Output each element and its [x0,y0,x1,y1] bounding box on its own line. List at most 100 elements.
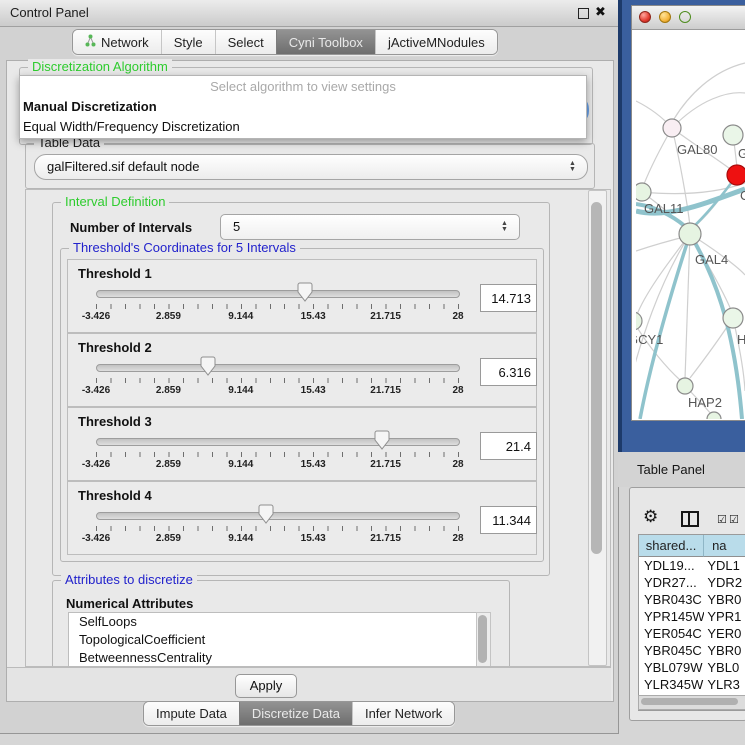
table-cell: YBR0 [704,591,745,608]
table-cell: YBL0 [704,659,745,676]
minimize-traffic-light-icon[interactable] [659,11,671,23]
table-column-header[interactable]: shared... [639,535,704,557]
tick-label: 21.715 [370,459,401,470]
threshold-panel: Threshold 4-3.4262.8599.14415.4321.71528 [67,481,537,555]
node-bottom-partial[interactable] [707,412,721,419]
table-row[interactable]: YBR043CYBR0 [639,591,745,608]
slider-tick-labels: -3.4262.8599.14415.4321.71528 [96,311,458,323]
threshold-value-field[interactable] [480,358,537,386]
tab-jactivemnodules[interactable]: jActiveMNodules [375,30,497,54]
threshold-value-field[interactable] [480,506,537,534]
apply-button[interactable]: Apply [235,674,297,698]
tab-impute-data[interactable]: Impute Data [144,702,239,725]
label-gal4: GAL4 [695,252,728,267]
attribute-list-item[interactable]: BetweennessCentrality [69,649,477,667]
number-of-intervals-label: Number of Intervals [70,220,192,235]
tick-label: -3.426 [82,385,110,396]
attribute-list-item[interactable]: SelfLoops [69,613,477,631]
table-cell: YDL19... [639,557,704,574]
table-row[interactable]: YER054CYER0 [639,625,745,642]
threshold-slider-track[interactable] [96,290,460,298]
label-gal80: GAL80 [677,142,717,157]
table-row[interactable]: YDR27...YDR2 [639,574,745,591]
threshold-slider-track[interactable] [96,364,460,372]
table-column-header[interactable]: na [704,535,745,557]
table-horizontal-scrollbar[interactable] [638,695,745,710]
attribute-list-item[interactable]: TopologicalCoefficient [69,631,477,649]
window-title: Control Panel [10,5,89,20]
tab-cyni-toolbox[interactable]: Cyni Toolbox [276,30,375,54]
zoom-traffic-light-icon[interactable] [679,11,691,23]
bottom-tab-bar: Impute DataDiscretize DataInfer Network [143,701,455,726]
tab-infer-network[interactable]: Infer Network [352,702,454,725]
gear-icon[interactable]: ⚙ [643,507,658,527]
checkbox-icon[interactable]: ☑ [717,513,727,526]
tick-label: 28 [452,385,463,396]
slider-tick-labels: -3.4262.8599.14415.4321.71528 [96,459,458,471]
threshold-value-field[interactable] [480,284,537,312]
tick-label: 2.859 [156,311,181,322]
tick-label: -3.426 [82,311,110,322]
attributes-list-scrollbar[interactable] [476,612,491,667]
numerical-attributes-label: Numerical Attributes [66,596,193,611]
checkbox-icon[interactable]: ☑ [729,513,739,526]
network-canvas[interactable]: GAL80 GA C GAL11 GAL4 GCY1 H HAP2 [636,30,745,419]
table-row[interactable]: YPR145WYPR1 [639,608,745,625]
threshold-label: Threshold 3 [78,414,152,429]
close-traffic-light-icon[interactable] [639,11,651,23]
tick-label: 15.43 [301,533,326,544]
table-cell: YLR345W [639,676,704,693]
node-h[interactable] [723,308,743,328]
tick-label: 9.144 [228,533,253,544]
node-red-selected[interactable] [727,165,745,185]
table-panel-bar: Table Panel [618,452,745,487]
node-top-right[interactable] [723,125,743,145]
column-layout-icon[interactable] [681,511,699,527]
attributes-title: Attributes to discretize [61,572,197,587]
table-row[interactable]: YDL19...YDL1 [639,557,745,574]
table-cell: YBL079W [639,659,704,676]
table-panel-title: Table Panel [637,462,705,477]
tab-select[interactable]: Select [215,30,276,54]
algorithm-prompt-item[interactable]: Select algorithm to view settings [20,76,586,97]
table-row[interactable]: YLR345WYLR3 [639,676,745,693]
algorithm-dropdown-popup: Select algorithm to view settings Manual… [19,75,587,139]
algorithm-menu-item[interactable]: Equal Width/Frequency Discretization [20,117,586,137]
slider-ticks [96,452,459,457]
table-cell: YER0 [704,625,745,642]
node-gal11[interactable] [636,183,651,201]
node-gcy1[interactable] [636,312,642,330]
table-row[interactable]: YBL079WYBL0 [639,659,745,676]
tab-network[interactable]: Network [73,30,161,54]
tab-style[interactable]: Style [161,30,215,54]
node-gal4[interactable] [679,223,701,245]
tick-label: 15.43 [301,385,326,396]
table-row[interactable]: YBR045CYBR0 [639,642,745,659]
combobox-stepper-icon[interactable]: ▲▼ [567,158,578,176]
threshold-slider-track[interactable] [96,512,460,520]
tab-discretize-data[interactable]: Discretize Data [239,702,352,725]
node-gal80[interactable] [663,119,681,137]
tab-label: Network [101,35,149,50]
threshold-slider-track[interactable] [96,438,460,446]
tab-label: jActiveMNodules [388,35,485,50]
number-of-intervals-spinner[interactable]: 5 ▲▼ [220,214,520,240]
node-hap2[interactable] [677,378,693,394]
threshold-label: Threshold 4 [78,488,152,503]
table-data-group: Table Data galFiltered.sif default node … [25,143,595,189]
tick-label: 21.715 [370,385,401,396]
table-cell: YBR0 [704,642,745,659]
settings-vertical-scrollbar[interactable] [588,190,607,666]
spinner-stepper-icon[interactable]: ▲▼ [499,218,510,236]
table-cell: YDR2 [704,574,745,591]
close-icon[interactable]: ✖ [595,4,606,20]
threshold-coordinates-group: Threshold's Coordinates for 5 Intervals … [60,248,544,562]
tick-label: 2.859 [156,385,181,396]
table-header-row: shared...na [639,535,745,557]
threshold-panel: Threshold 3 -3.4262.8599.14415.4321.71528 [67,407,537,481]
algorithm-menu-item[interactable]: Manual Discretization [20,97,586,117]
threshold-value-field[interactable] [480,432,537,460]
table-data-combobox[interactable]: galFiltered.sif default node ▲▼ [34,154,588,180]
tick-label: -3.426 [82,533,110,544]
float-window-icon[interactable] [578,8,589,19]
